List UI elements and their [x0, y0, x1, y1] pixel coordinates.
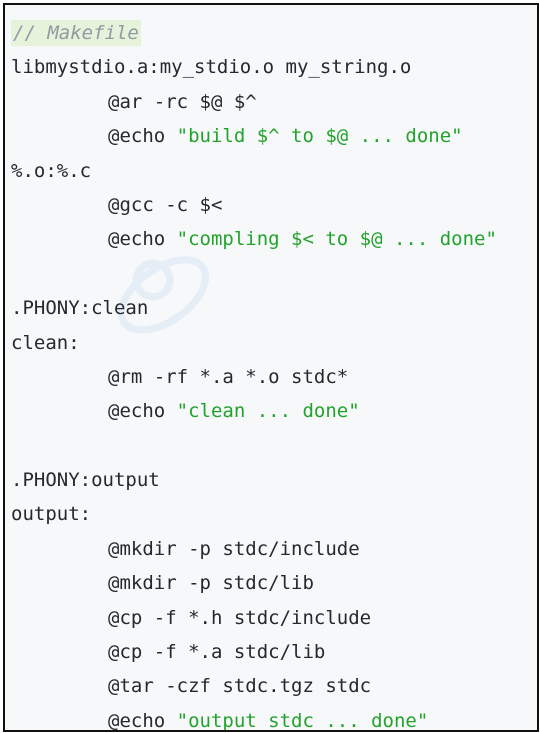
code-line: @cp -f *.a stdc/lib [11, 635, 497, 669]
code-line: .PHONY:clean [11, 297, 149, 320]
code-line: @echo "clean ... done" [11, 394, 497, 428]
code-line: @mkdir -p stdc/lib [11, 566, 497, 600]
code-text: @mkdir -p stdc/include [108, 537, 360, 560]
code-string: "compling $< to $@ ... done" [176, 228, 497, 251]
code-text: @gcc -c $< [108, 193, 223, 216]
code-line: clean: [11, 331, 80, 354]
code-comment: // Makefile [11, 20, 141, 46]
code-line: @ar -rc $@ $^ [11, 85, 497, 119]
code-line: @echo "compling $< to $@ ... done" [11, 222, 497, 256]
code-text: @echo [108, 400, 177, 423]
code-text: @cp -f *.a stdc/lib [108, 641, 326, 664]
code-line: @echo "build $^ to $@ ... done" [11, 119, 497, 153]
code-block: // Makefile libmystdio.a:my_stdio.o my_st… [3, 3, 539, 732]
code-line: @echo "output stdc ... done" [11, 704, 497, 732]
code-line: @rm -rf *.a *.o stdc* [11, 360, 497, 394]
code-text: @mkdir -p stdc/lib [108, 572, 314, 595]
code-line: %.o:%.c [11, 159, 92, 182]
code-text: @ar -rc $@ $^ [108, 90, 257, 113]
code-string: "build $^ to $@ ... done" [176, 125, 463, 148]
code-text: @echo [108, 709, 177, 732]
code-line: @tar -czf stdc.tgz stdc [11, 669, 497, 703]
code-line: // Makefile [11, 16, 497, 50]
code-text: @cp -f *.h stdc/include [108, 606, 372, 629]
code-line: @cp -f *.h stdc/include [11, 601, 497, 635]
code-text: @tar -czf stdc.tgz stdc [108, 675, 372, 698]
code-string: "clean ... done" [176, 400, 360, 423]
code-text: @echo [108, 228, 177, 251]
code-text: @echo [108, 125, 177, 148]
code-line: @mkdir -p stdc/include [11, 532, 497, 566]
makefile-code: // Makefile libmystdio.a:my_stdio.o my_st… [11, 16, 497, 732]
code-line: @gcc -c $< [11, 188, 497, 222]
code-line: libmystdio.a:my_stdio.o my_string.o [11, 56, 412, 79]
code-line: .PHONY:output [11, 469, 160, 492]
code-line: output: [11, 503, 92, 526]
code-string: "output stdc ... done" [176, 709, 429, 732]
code-text: @rm -rf *.a *.o stdc* [108, 365, 349, 388]
